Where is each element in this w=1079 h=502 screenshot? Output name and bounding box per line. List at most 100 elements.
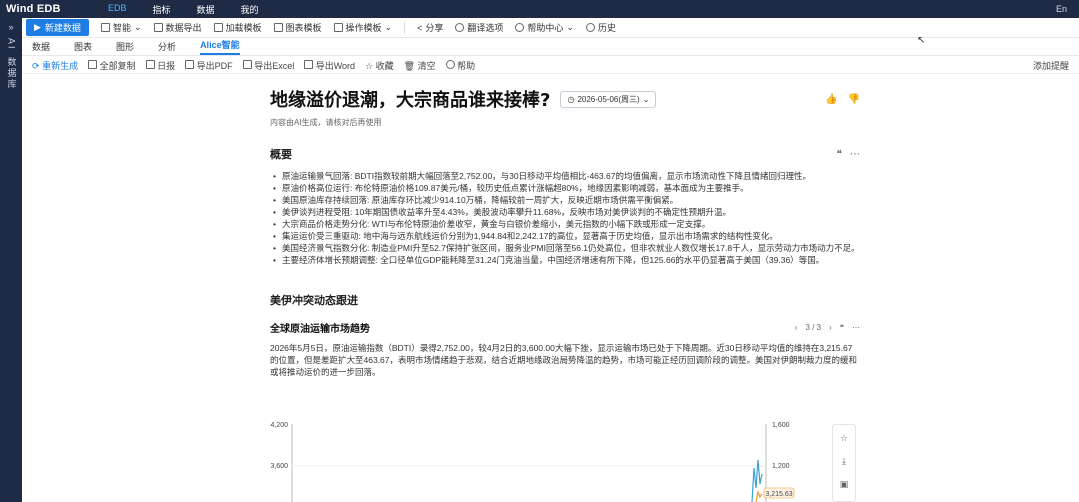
toolbar-share[interactable]: < 分享 [417, 21, 443, 34]
title-row: 地缘溢价退潮，大宗商品谁来接棒? ◷ 2026-05-06(周三) ⌄ 👍 👎 [270, 86, 860, 112]
tab-chart[interactable]: 图表 [74, 40, 92, 53]
help-icon [445, 59, 455, 69]
tab-alice[interactable]: Alice智能 [200, 38, 240, 55]
calendar-icon [145, 59, 155, 69]
pager: ‹ 3 / 3 › ❝ ⋯ [794, 323, 860, 332]
y-left-tick: 3,600 [270, 463, 288, 470]
help-icon [515, 23, 525, 32]
trash-icon: 🗑 [403, 60, 416, 71]
copy-icon [88, 59, 98, 69]
report-article: 地缘溢价退潮，大宗商品谁来接棒? ◷ 2026-05-06(周三) ⌄ 👍 👎 … [270, 86, 860, 378]
nav-indicator[interactable]: 指标 [153, 3, 171, 16]
list-item: 集运运价受三重驱动: 地中海与远东航线运价分别为1,944.84和2,242.1… [270, 230, 860, 242]
next-icon[interactable]: › [829, 323, 832, 332]
template-icon [213, 23, 223, 32]
date-selector[interactable]: ◷ 2026-05-06(周三) ⌄ [560, 90, 657, 108]
quote-icon[interactable]: ❝ [837, 149, 842, 160]
expand-icon[interactable]: » [8, 22, 13, 32]
toolbar-operation-template[interactable]: 操作模板 ⌄ [333, 21, 393, 34]
download-icon[interactable]: ⤓ [842, 456, 846, 467]
history-icon [585, 23, 595, 32]
new-data-button[interactable]: ▶ 新建数据 [26, 19, 89, 36]
operation-icon [333, 23, 343, 32]
list-item: 大宗商品价格走势分化: WTI与布伦特原油价差收窄，黄金与白银价差缩小，美元指数… [270, 218, 860, 230]
chevron-down-icon: ⌄ [566, 22, 574, 32]
image-icon[interactable]: ▣ [840, 479, 849, 490]
toolbar-chart-template[interactable]: 图表模板 [273, 21, 322, 34]
add-reminder-button[interactable]: 添加提醒 [1033, 59, 1079, 72]
word-icon [304, 59, 314, 69]
play-icon: ▶ [34, 22, 41, 32]
nav-data[interactable]: 数据 [197, 3, 215, 16]
toolbar-help[interactable]: 帮助中心 ⌄ [515, 21, 574, 34]
summary-list: 原油运输景气回落: BDTI指数较前期大幅回落至2,752.00，与30日移动平… [270, 170, 860, 266]
thumbs-down-icon[interactable]: 👎 [848, 94, 860, 105]
tab-analysis[interactable]: 分析 [158, 40, 176, 53]
section-title: 美伊冲突动态跟进 [270, 295, 358, 307]
series-line-orange [755, 489, 763, 502]
export-excel-button[interactable]: 导出Excel [242, 59, 294, 72]
subsection-title: 全球原油运输市场趋势 [270, 324, 370, 335]
list-item: 原油价格高位运行: 布伦特原油价格109.87美元/桶，较历史低点累计涨幅超80… [270, 182, 860, 194]
daily-report-button[interactable]: 日报 [145, 59, 175, 72]
more-icon[interactable]: ⋯ [852, 323, 860, 332]
ai-disclaimer: 内容由AI生成，请核对后再使用 [270, 118, 382, 127]
nav-mine[interactable]: 我的 [241, 3, 259, 16]
sidebar-item-ai[interactable]: AI [6, 38, 17, 51]
chevron-down-icon: ⌄ [384, 22, 393, 32]
prev-icon[interactable]: ‹ [795, 323, 798, 332]
page-title: 地缘溢价退潮，大宗商品谁来接棒? [270, 90, 551, 111]
refresh-icon: ⟳ [32, 60, 40, 71]
clock-icon: ◷ [567, 94, 575, 104]
regenerate-button[interactable]: ⟳ 重新生成 [32, 59, 78, 72]
summary-header: 概要 ❝ ⋯ [270, 146, 860, 162]
summary-title: 概要 [270, 149, 292, 161]
top-nav-bar: Wind EDB EDB 指标 数据 我的 En [0, 0, 1079, 18]
copy-all-button[interactable]: 全部复制 [88, 59, 136, 72]
summary-tools: ❝ ⋯ [837, 149, 860, 160]
y-left-tick: 4,200 [270, 422, 288, 429]
export-pdf-button[interactable]: 导出PDF [185, 59, 233, 72]
divider [404, 21, 406, 34]
quote-icon[interactable]: ❝ [840, 323, 844, 332]
toolbar-export[interactable]: 数据导出 [153, 21, 202, 34]
thumbs-up-icon[interactable]: 👍 [825, 94, 837, 105]
toolbar-translate[interactable]: 翻译选项 [455, 21, 503, 34]
export-icon [153, 23, 163, 32]
y-right-tick: 1,600 [772, 422, 790, 429]
mouse-cursor-icon: ↖ [917, 35, 926, 46]
excel-icon [242, 59, 252, 69]
sidebar-item-database[interactable]: 数据库 [6, 57, 17, 90]
export-word-button[interactable]: 导出Word [304, 59, 355, 72]
subsection-header: 全球原油运输市场趋势 ‹ 3 / 3 › ❝ ⋯ [270, 320, 860, 335]
left-sidebar: » AI 数据库 [0, 18, 22, 502]
tab-graph[interactable]: 图形 [116, 40, 134, 53]
toolbar-history[interactable]: 历史 [585, 21, 616, 34]
list-item: 美国原油库存持续回落: 原油库存环比减少914.10万桶，降幅较前一周扩大，反映… [270, 194, 860, 206]
toolbar-smart[interactable]: 智能 ⌄ [100, 21, 142, 34]
pdf-icon [185, 59, 195, 69]
more-icon[interactable]: ⋯ [850, 149, 860, 160]
share-icon: < [417, 22, 423, 33]
top-nav: EDB 指标 数据 我的 [108, 3, 259, 16]
tab-data[interactable]: 数据 [32, 40, 50, 53]
smart-icon [100, 23, 110, 32]
bdti-line-chart: 4,200 3,600 1,600 1,200 3,215.63 [270, 422, 795, 502]
language-switch[interactable]: En [1056, 4, 1079, 14]
favorite-button[interactable]: ☆ 收藏 [365, 59, 394, 72]
toolbar-load-template[interactable]: 加载模板 [213, 21, 262, 34]
help-button[interactable]: 帮助 [445, 59, 475, 72]
clear-button[interactable]: 🗑 清空 [404, 59, 436, 72]
y-right-tick: 1,200 [772, 463, 790, 470]
chevron-down-icon: ⌄ [642, 94, 650, 104]
nav-edb[interactable]: EDB [108, 3, 127, 16]
feedback-icons: 👍 👎 [825, 94, 860, 105]
star-icon[interactable]: ☆ [840, 433, 848, 444]
translate-icon [455, 23, 465, 32]
list-item: 原油运输景气回落: BDTI指数较前期大幅回落至2,752.00，与30日移动平… [270, 170, 860, 182]
alice-toolbar: ⟳ 重新生成 全部复制 日报 导出PDF 导出Excel 导出Word ☆ 收藏… [22, 57, 1079, 74]
last-value-label: 3,215.63 [765, 491, 792, 498]
app-logo: Wind EDB [6, 3, 61, 15]
list-item: 主要经济体增长预期调整: 全口径单位GDP能耗降至31.24门克油当量，中国经济… [270, 254, 860, 266]
chart-template-icon [273, 23, 283, 32]
